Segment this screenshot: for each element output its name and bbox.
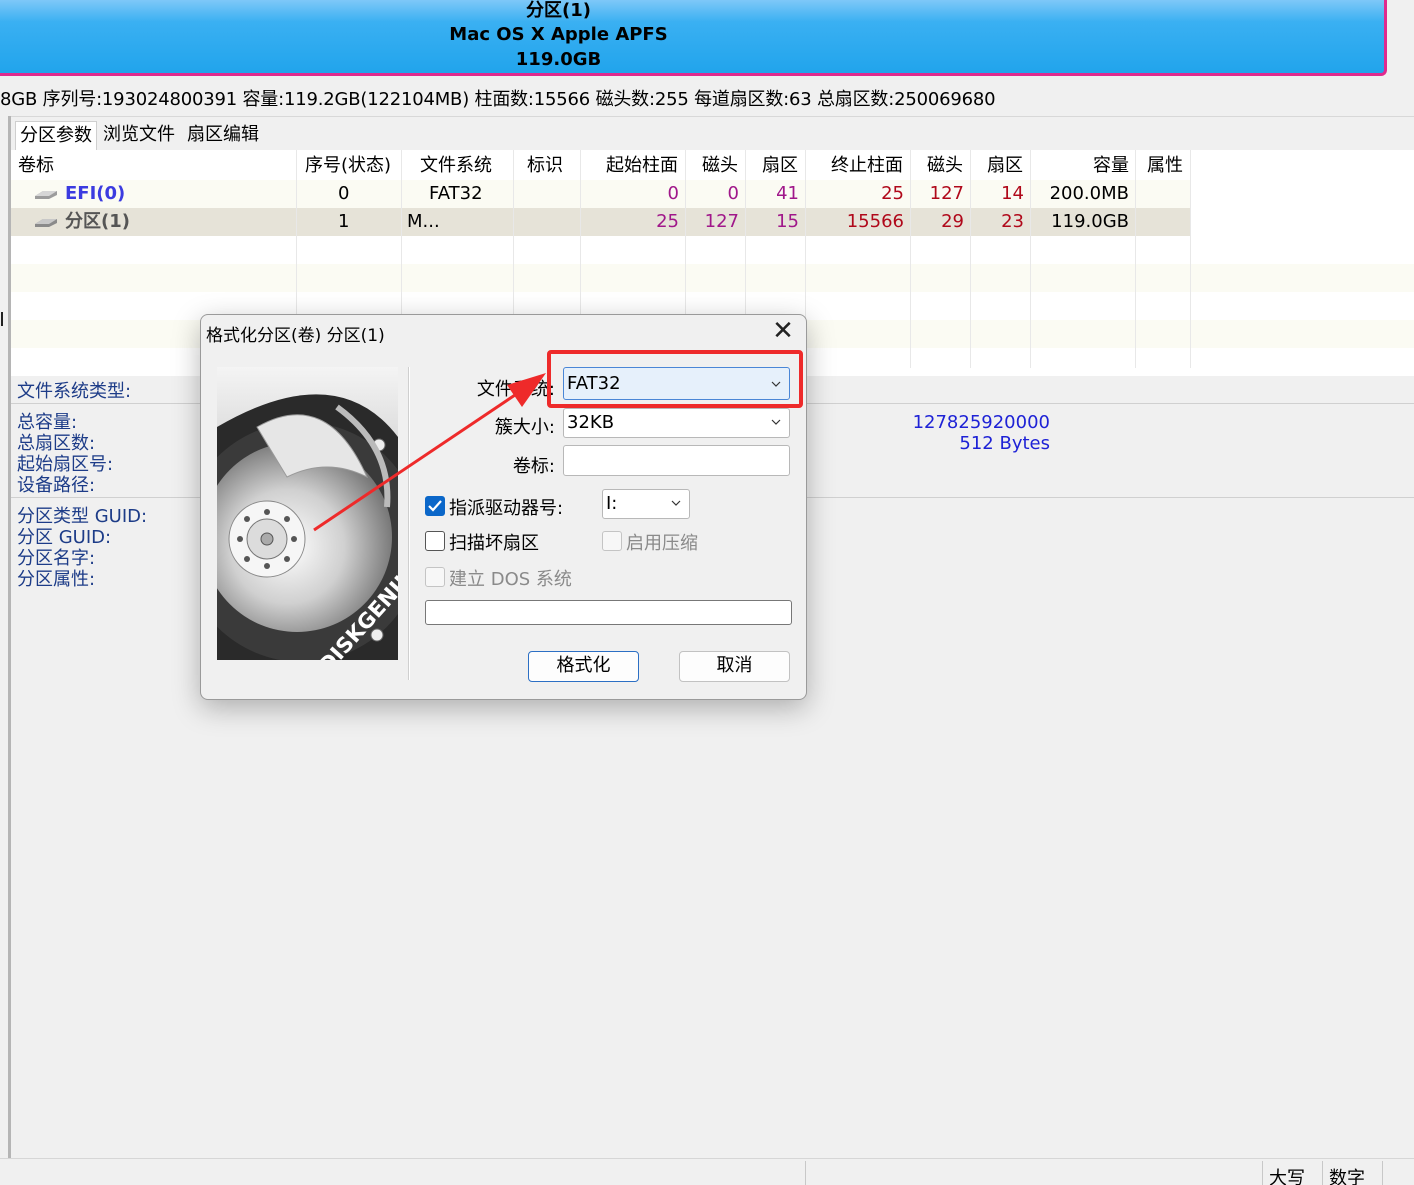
partition-guid-label: 分区 GUID:: [17, 527, 112, 548]
banner-partition-name: 分区(1): [526, 0, 591, 21]
col-divider: [1190, 150, 1191, 368]
diskgenius-hard-drive-image: DISKGENIUS: [217, 367, 398, 660]
annotation-highlight-box: [547, 350, 803, 408]
splitter-handle[interactable]: [1, 312, 3, 326]
fs-type-label: 文件系统类型:: [17, 381, 132, 402]
partition-type-guid-label: 分区类型 GUID:: [17, 506, 148, 527]
scan-bad-sectors-checkbox[interactable]: [425, 531, 445, 551]
format-button[interactable]: 格式化: [528, 651, 639, 682]
status-separator: [1382, 1161, 1383, 1185]
col-header-start-cylinder[interactable]: 起始柱面: [606, 153, 678, 179]
table-cell-end-cyl: 25: [881, 183, 904, 204]
cluster-size-select[interactable]: 32KB: [563, 408, 790, 438]
scan-bad-sectors-label[interactable]: 扫描坏扇区: [449, 529, 539, 555]
col-header-index[interactable]: 序号(状态): [305, 153, 391, 179]
col-header-label[interactable]: 卷标: [18, 153, 54, 179]
status-separator: [1262, 1161, 1263, 1185]
table-cell-index: 0: [338, 183, 350, 204]
banner-filesystem: Mac OS X Apple APFS: [449, 24, 668, 45]
status-bar: 大写 数字: [0, 1158, 1414, 1185]
disk-icon: [35, 219, 57, 227]
col-divider: [1135, 150, 1136, 368]
cluster-size-value: 32KB: [567, 412, 615, 433]
chevron-down-icon: [771, 419, 781, 425]
assign-drive-label[interactable]: 指派驱动器号:: [449, 494, 563, 520]
col-header-start-head[interactable]: 磁头: [702, 153, 738, 179]
table-cell-end-cyl: 15566: [846, 211, 904, 232]
col-header-id[interactable]: 标识: [527, 153, 563, 179]
col-header-attr[interactable]: 属性: [1147, 153, 1183, 179]
table-cell-start-head: 0: [727, 183, 739, 204]
table-cell-fs: M...: [407, 211, 440, 232]
filesystem-label: 文件系统:: [476, 379, 555, 400]
cluster-size-label: 簇大小:: [494, 417, 555, 438]
col-header-end-cylinder[interactable]: 终止柱面: [831, 153, 903, 179]
banner-size: 119.0GB: [515, 49, 602, 70]
drive-letter-select[interactable]: I:: [602, 489, 690, 519]
tab-partition-params[interactable]: 分区参数: [15, 121, 97, 151]
chevron-down-icon: [671, 500, 681, 506]
compression-label: 启用压缩: [626, 533, 698, 554]
table-cell-start-sec: 15: [776, 211, 799, 232]
close-icon[interactable]: ✕: [769, 318, 797, 345]
start-sector-label: 起始扇区号:: [17, 454, 114, 475]
sector-size-value: 512 Bytes: [959, 433, 1050, 454]
partition-name-label: 分区名字:: [17, 548, 96, 569]
status-caps: 大写: [1269, 1168, 1305, 1185]
table-row-empty: [11, 236, 1414, 264]
disk-icon: [35, 191, 57, 199]
volume-label-label: 卷标:: [512, 456, 555, 477]
col-header-filesystem[interactable]: 文件系统: [420, 153, 492, 179]
dos-system-label: 建立 DOS 系统: [449, 569, 572, 590]
checkmark-icon: [428, 500, 442, 512]
dos-system-checkbox[interactable]: [425, 567, 445, 587]
col-header-start-sector[interactable]: 扇区: [762, 153, 798, 179]
table-cell-end-head: 127: [929, 183, 964, 204]
partition-banner[interactable]: 分区(1) Mac OS X Apple APFS 119.0GB: [0, 0, 1387, 76]
tab-browse-files[interactable]: 浏览文件: [99, 121, 179, 151]
table-row-empty: [11, 264, 1414, 292]
table-cell-start-cyl: 0: [667, 183, 679, 204]
device-path-label: 设备路径:: [17, 475, 96, 496]
col-header-end-head[interactable]: 磁头: [927, 153, 963, 179]
drive-letter-value: I:: [606, 493, 618, 514]
col-divider: [910, 150, 911, 368]
status-num: 数字: [1329, 1168, 1365, 1185]
table-cell-start-sec: 41: [776, 183, 799, 204]
total-capacity-label: 总容量:: [17, 412, 78, 433]
table-cell-fs: FAT32: [429, 183, 483, 204]
compression-checkbox[interactable]: [602, 531, 622, 551]
dialog-divider: [408, 367, 410, 680]
table-cell-label[interactable]: EFI(0): [65, 180, 125, 208]
table-cell-end-sec: 14: [1001, 183, 1024, 204]
table-cell-end-sec: 23: [1001, 211, 1024, 232]
tab-strip: 分区参数 浏览文件 扇区编辑: [11, 116, 1414, 151]
partition-attr-label: 分区属性:: [17, 569, 96, 590]
col-header-size[interactable]: 容量: [1093, 153, 1129, 179]
table-cell-size: 119.0GB: [1051, 211, 1129, 232]
disk-info-line: 8GB 序列号:193024800391 容量:119.2GB(122104MB…: [0, 89, 996, 110]
table-cell-index: 1: [338, 211, 350, 232]
assign-drive-checkbox[interactable]: [425, 496, 445, 516]
cancel-button[interactable]: 取消: [679, 651, 790, 682]
progress-bar: [425, 600, 792, 625]
dialog-title: 格式化分区(卷) 分区(1): [206, 326, 385, 346]
table-cell-end-head: 29: [941, 211, 964, 232]
status-separator: [1322, 1161, 1323, 1185]
status-separator: [805, 1161, 806, 1185]
total-bytes-value: 127825920000: [912, 412, 1050, 433]
col-divider: [970, 150, 971, 368]
col-header-end-sector[interactable]: 扇区: [987, 153, 1023, 179]
total-sectors-label: 总扇区数:: [17, 433, 96, 454]
table-cell-size: 200.0MB: [1049, 183, 1129, 204]
table-cell-label[interactable]: 分区(1): [65, 208, 130, 236]
table-cell-start-head: 127: [704, 211, 739, 232]
col-divider: [1030, 150, 1031, 368]
volume-label-input[interactable]: [563, 445, 790, 476]
table-cell-start-cyl: 25: [656, 211, 679, 232]
tab-sector-edit[interactable]: 扇区编辑: [183, 121, 263, 151]
